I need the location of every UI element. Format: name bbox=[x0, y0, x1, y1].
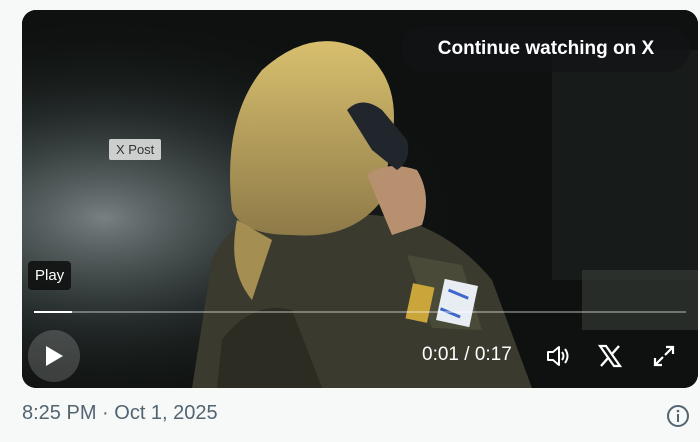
play-icon bbox=[46, 346, 63, 366]
continue-watching-button[interactable]: Continue watching on X bbox=[402, 26, 690, 72]
play-button[interactable] bbox=[28, 330, 80, 382]
post-timestamp[interactable]: 8:25 PM · Oct 1, 2025 bbox=[22, 402, 218, 425]
progress-fill bbox=[34, 311, 73, 313]
fullscreen-button[interactable] bbox=[648, 340, 680, 372]
volume-button[interactable] bbox=[542, 340, 574, 372]
open-on-x-button[interactable] bbox=[594, 340, 626, 372]
time-display: 0:01 / 0:17 bbox=[422, 344, 512, 365]
play-tooltip: Play bbox=[28, 261, 72, 290]
info-icon[interactable] bbox=[666, 404, 690, 428]
progress-bar[interactable] bbox=[34, 311, 686, 313]
x-post-label: X Post bbox=[109, 139, 162, 160]
video-player[interactable]: Continue watching on X X Post Play 0:01 … bbox=[22, 10, 698, 388]
volume-icon bbox=[547, 346, 569, 366]
x-logo-icon bbox=[597, 344, 623, 368]
fullscreen-icon bbox=[653, 345, 675, 367]
